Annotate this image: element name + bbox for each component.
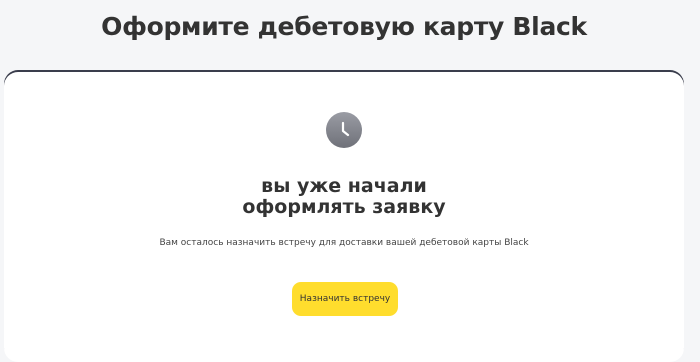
application-card: вы уже начали оформлять заявку Вам остал… (4, 72, 684, 362)
card-subtext: Вам осталось назначить встречу для доста… (159, 238, 529, 248)
schedule-meeting-button[interactable]: Назначить встречу (292, 282, 398, 316)
headline-line-1: вы уже начали (261, 175, 427, 197)
page-title: Оформите дебетовую карту Black (101, 12, 587, 41)
clock-icon (326, 112, 362, 148)
headline-line-2: оформлять заявку (242, 196, 446, 218)
card-headline: вы уже начали оформлять заявку (4, 176, 684, 218)
